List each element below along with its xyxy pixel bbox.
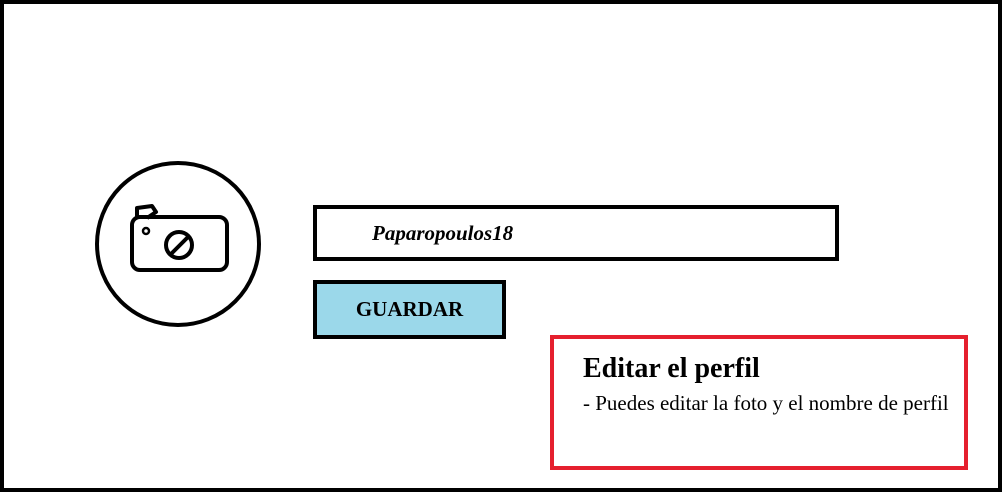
help-text: - Puedes editar la foto y el nombre de p… bbox=[583, 391, 949, 415]
help-callout: Editar el perfil - Puedes editar la foto… bbox=[550, 335, 968, 470]
username-input[interactable] bbox=[313, 205, 839, 261]
save-button[interactable]: GUARDAR bbox=[313, 280, 506, 339]
screen-frame: GUARDAR Editar el perfil - Puedes editar… bbox=[0, 0, 1002, 492]
help-title: Editar el perfil bbox=[583, 353, 760, 384]
profile-photo-button[interactable] bbox=[94, 160, 262, 328]
camera-icon bbox=[95, 161, 261, 327]
